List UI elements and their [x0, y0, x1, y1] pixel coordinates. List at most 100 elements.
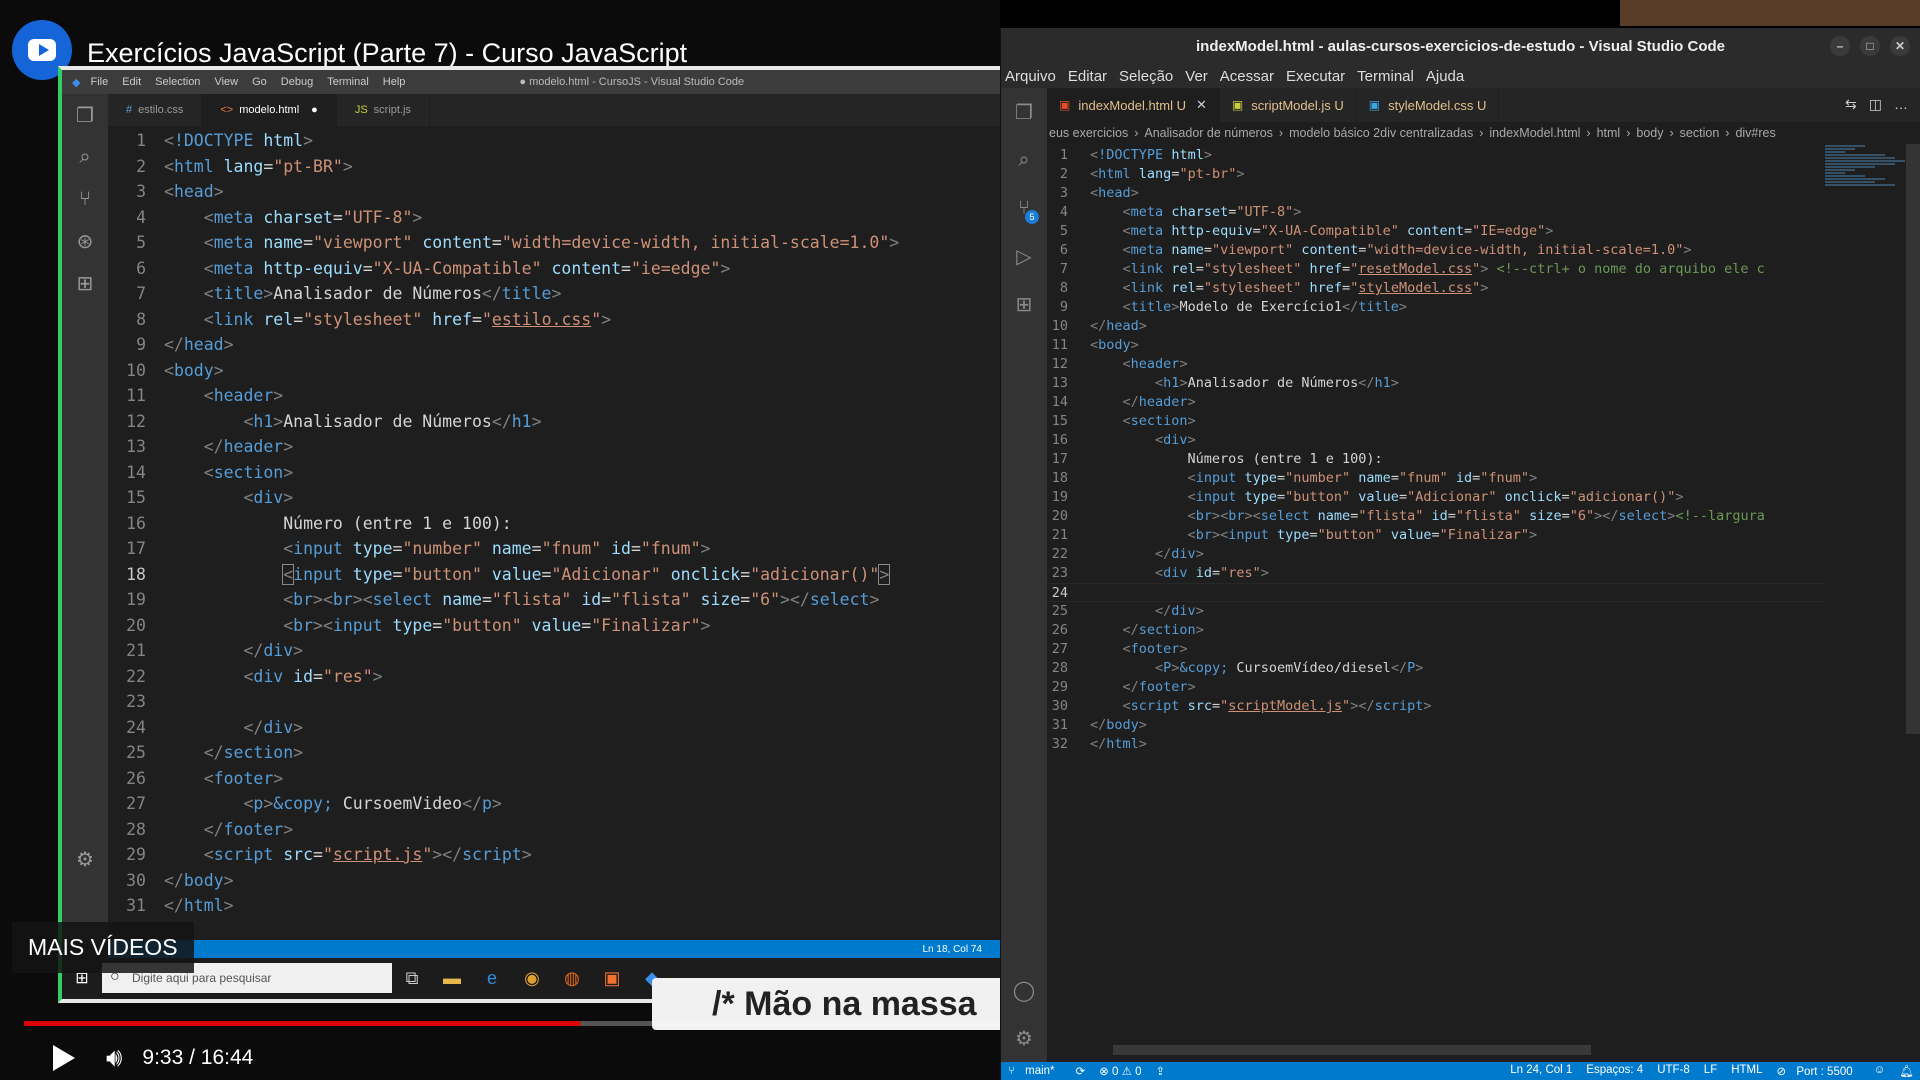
explorer-icon[interactable]: ❐ — [1001, 88, 1047, 136]
breadcrumb-item[interactable]: section — [1680, 126, 1720, 140]
split-editor-icon[interactable]: ◫ — [1869, 96, 1882, 113]
more-actions-icon[interactable]: … — [1894, 96, 1908, 113]
extensions-icon: ⊞ — [76, 272, 94, 295]
inner-menu-item: Edit — [122, 76, 142, 88]
chevron-right-icon: › — [1278, 126, 1284, 140]
video-time: 9:33 / 16:44 — [142, 1046, 254, 1069]
source-control-badge: 5 — [1025, 210, 1039, 224]
notifications-icon[interactable]: 🔔︎ — [1899, 1064, 1914, 1078]
code-editor[interactable]: 1 <!DOCTYPE html> 2 <html lang="pt-br"> 3 <… — [1047, 146, 1825, 886]
edge-icon: e — [486, 967, 497, 988]
extensions-icon[interactable]: ⊞ — [1001, 280, 1047, 328]
vscode-window: indexModel.html - aulas-cursos-exercicio… — [1000, 28, 1920, 1080]
breadcrumb-item[interactable]: eus exercicios — [1049, 126, 1128, 140]
encoding[interactable]: UTF-8 — [1657, 1064, 1690, 1078]
volume-icon[interactable]: 🔊︎ — [106, 1042, 122, 1074]
cursor-position[interactable]: Ln 24, Col 1 — [1510, 1064, 1572, 1078]
explorer-icon: ❐ — [76, 104, 94, 127]
breadcrumb: eus exercicios › Analisador de números › mod… — [1047, 122, 1920, 144]
breadcrumb-item[interactable]: Analisador de números — [1144, 126, 1273, 140]
menu-item-ajuda[interactable]: Ajuda — [1426, 68, 1464, 85]
youtube-player[interactable]: Exercícios JavaScript (Parte 7) - Curso … — [0, 0, 1000, 1080]
inner-menu-item: Go — [252, 76, 267, 88]
search-icon[interactable]: ⌕ — [1001, 136, 1047, 184]
minimap[interactable] — [1825, 144, 1915, 224]
inner-menu-item: Debug — [280, 76, 314, 88]
menu-item-terminal[interactable]: Terminal — [1357, 68, 1414, 85]
inner-menu: File Edit Selection View Go Debug Terminal Help — [90, 76, 419, 88]
sync-icon[interactable]: ⟳ — [1076, 1064, 1086, 1078]
inner-menu-item: Selection — [155, 76, 201, 88]
vscode-menubar: Arquivo Editar Seleção Ver Acessar Executar Te… — [1001, 64, 1920, 88]
task-view-icon: ⧉ — [405, 967, 419, 988]
menu-item-arquivo[interactable]: Arquivo — [1005, 68, 1056, 85]
file-explorer-icon: ▬ — [443, 967, 461, 988]
vertical-scrollbar[interactable] — [1906, 144, 1920, 734]
editor-tabs: ▣ indexModel.html U ✕ ▣ scriptModel.js U ▣ s… — [1047, 88, 1920, 122]
inner-tabs: # estilo.css <> modelo.html ● JS script.js — [108, 94, 1000, 126]
menu-item-acessar[interactable]: Acessar — [1220, 68, 1274, 85]
chrome-icon: ◉ — [524, 967, 540, 988]
menu-item-executar[interactable]: Executar — [1286, 68, 1345, 85]
xampp-icon: ▣ — [603, 967, 621, 988]
tab-modelo-html: <> modelo.html ● — [202, 94, 337, 126]
account-icon[interactable]: ◯ — [1001, 966, 1047, 1014]
live-share-icon[interactable]: ⇪ — [1155, 1064, 1165, 1078]
inner-code-editor: 1 <!DOCTYPE html> 2 <html lang="pt-BR"> 3 <… — [126, 131, 900, 915]
inner-window-title: ● modelo.html - CursoJS - Visual Studio … — [519, 76, 745, 88]
more-videos-button[interactable]: MAIS VÍDEOS — [12, 922, 194, 973]
maximize-button[interactable]: □ — [1860, 36, 1880, 56]
tab-scriptmodel-js[interactable]: ▣ scriptModel.js U — [1220, 88, 1357, 122]
inner-activity-bar: ❐ ⌕ ⑂ ⊛ ⊞ ⚙ — [62, 94, 108, 944]
menu-item-seleção[interactable]: Seleção — [1119, 68, 1173, 85]
indentation[interactable]: Espaços: 4 — [1586, 1064, 1643, 1078]
branch-indicator[interactable]: ⑂ main* — [1008, 1065, 1062, 1077]
chevron-right-icon: › — [1626, 126, 1631, 140]
inner-menu-item: File — [90, 76, 109, 88]
tab-stylemodel-css[interactable]: ▣ styleModel.css U — [1357, 88, 1500, 122]
breadcrumb-item[interactable]: modelo básico 2div centralizadas — [1289, 126, 1473, 140]
language-mode[interactable]: HTML — [1731, 1064, 1762, 1078]
background-corner — [1620, 0, 1920, 26]
gear-icon[interactable]: ⚙ — [1001, 1014, 1047, 1062]
debug-icon: ⊛ — [76, 230, 94, 253]
inner-menu-item: Terminal — [327, 76, 369, 88]
menu-item-ver[interactable]: Ver — [1185, 68, 1208, 85]
minimize-button[interactable]: – — [1830, 36, 1850, 56]
live-server-port[interactable]: ⊘ Port : 5500 — [1777, 1064, 1860, 1078]
source-control-icon[interactable]: ⑂ 5 — [1001, 184, 1047, 232]
breadcrumb-item[interactable]: indexModel.html — [1489, 126, 1580, 140]
problems-indicator[interactable]: ⊗ 0 ⚠ 0 — [1099, 1064, 1141, 1078]
window-title: indexModel.html - aulas-cursos-exercicio… — [1196, 37, 1725, 55]
breadcrumb-item[interactable]: div#res — [1735, 126, 1775, 140]
close-window-button[interactable]: ✕ — [1890, 36, 1910, 56]
source-control-icon: ⑂ — [79, 187, 91, 210]
close-tab-icon[interactable]: ✕ — [1196, 97, 1207, 113]
tab-estilo-css: # estilo.css — [108, 94, 203, 126]
vscode-titlebar: indexModel.html - aulas-cursos-exercicio… — [1001, 28, 1920, 64]
compare-icon[interactable]: ⇆ — [1845, 96, 1857, 113]
search-icon: ⌕ — [79, 145, 91, 168]
activity-bar: ❐ ⌕ ⑂ 5 ▷ ⊞ ◯ ⚙ — [1001, 88, 1047, 1062]
menu-item-editar[interactable]: Editar — [1068, 68, 1107, 85]
player-controls: 🔊︎ 9:33 / 16:44 — [0, 1036, 1000, 1080]
tab-script-js: JS script.js — [337, 94, 430, 126]
video-progress-bar[interactable] — [24, 1021, 1000, 1026]
line-ending[interactable]: LF — [1704, 1064, 1717, 1078]
breadcrumb-item[interactable]: body — [1636, 126, 1663, 140]
firefox-icon: ◍ — [564, 967, 580, 988]
run-debug-icon[interactable]: ▷ — [1001, 232, 1047, 280]
horizontal-scrollbar[interactable] — [1113, 1045, 1591, 1055]
gear-icon: ⚙ — [76, 848, 94, 871]
play-button[interactable] — [44, 1038, 84, 1078]
video-title[interactable]: Exercícios JavaScript (Parte 7) - Curso … — [87, 38, 687, 69]
chevron-right-icon: › — [1725, 126, 1730, 140]
vscode-logo-icon: ◆ — [72, 76, 81, 89]
chevron-right-icon: › — [1134, 126, 1139, 140]
breadcrumb-item[interactable]: html — [1597, 126, 1621, 140]
chevron-right-icon: › — [1586, 126, 1591, 140]
tab-indexmodel-html[interactable]: ▣ indexModel.html U ✕ — [1047, 88, 1220, 122]
chevron-right-icon: › — [1479, 126, 1484, 140]
feedback-icon[interactable]: ☺ — [1874, 1064, 1886, 1078]
status-bar: ⑂ main* ⟳ ⊗ 0 ⚠ 0 ⇪ Ln 24, Col 1 Espaços… — [1001, 1062, 1920, 1080]
